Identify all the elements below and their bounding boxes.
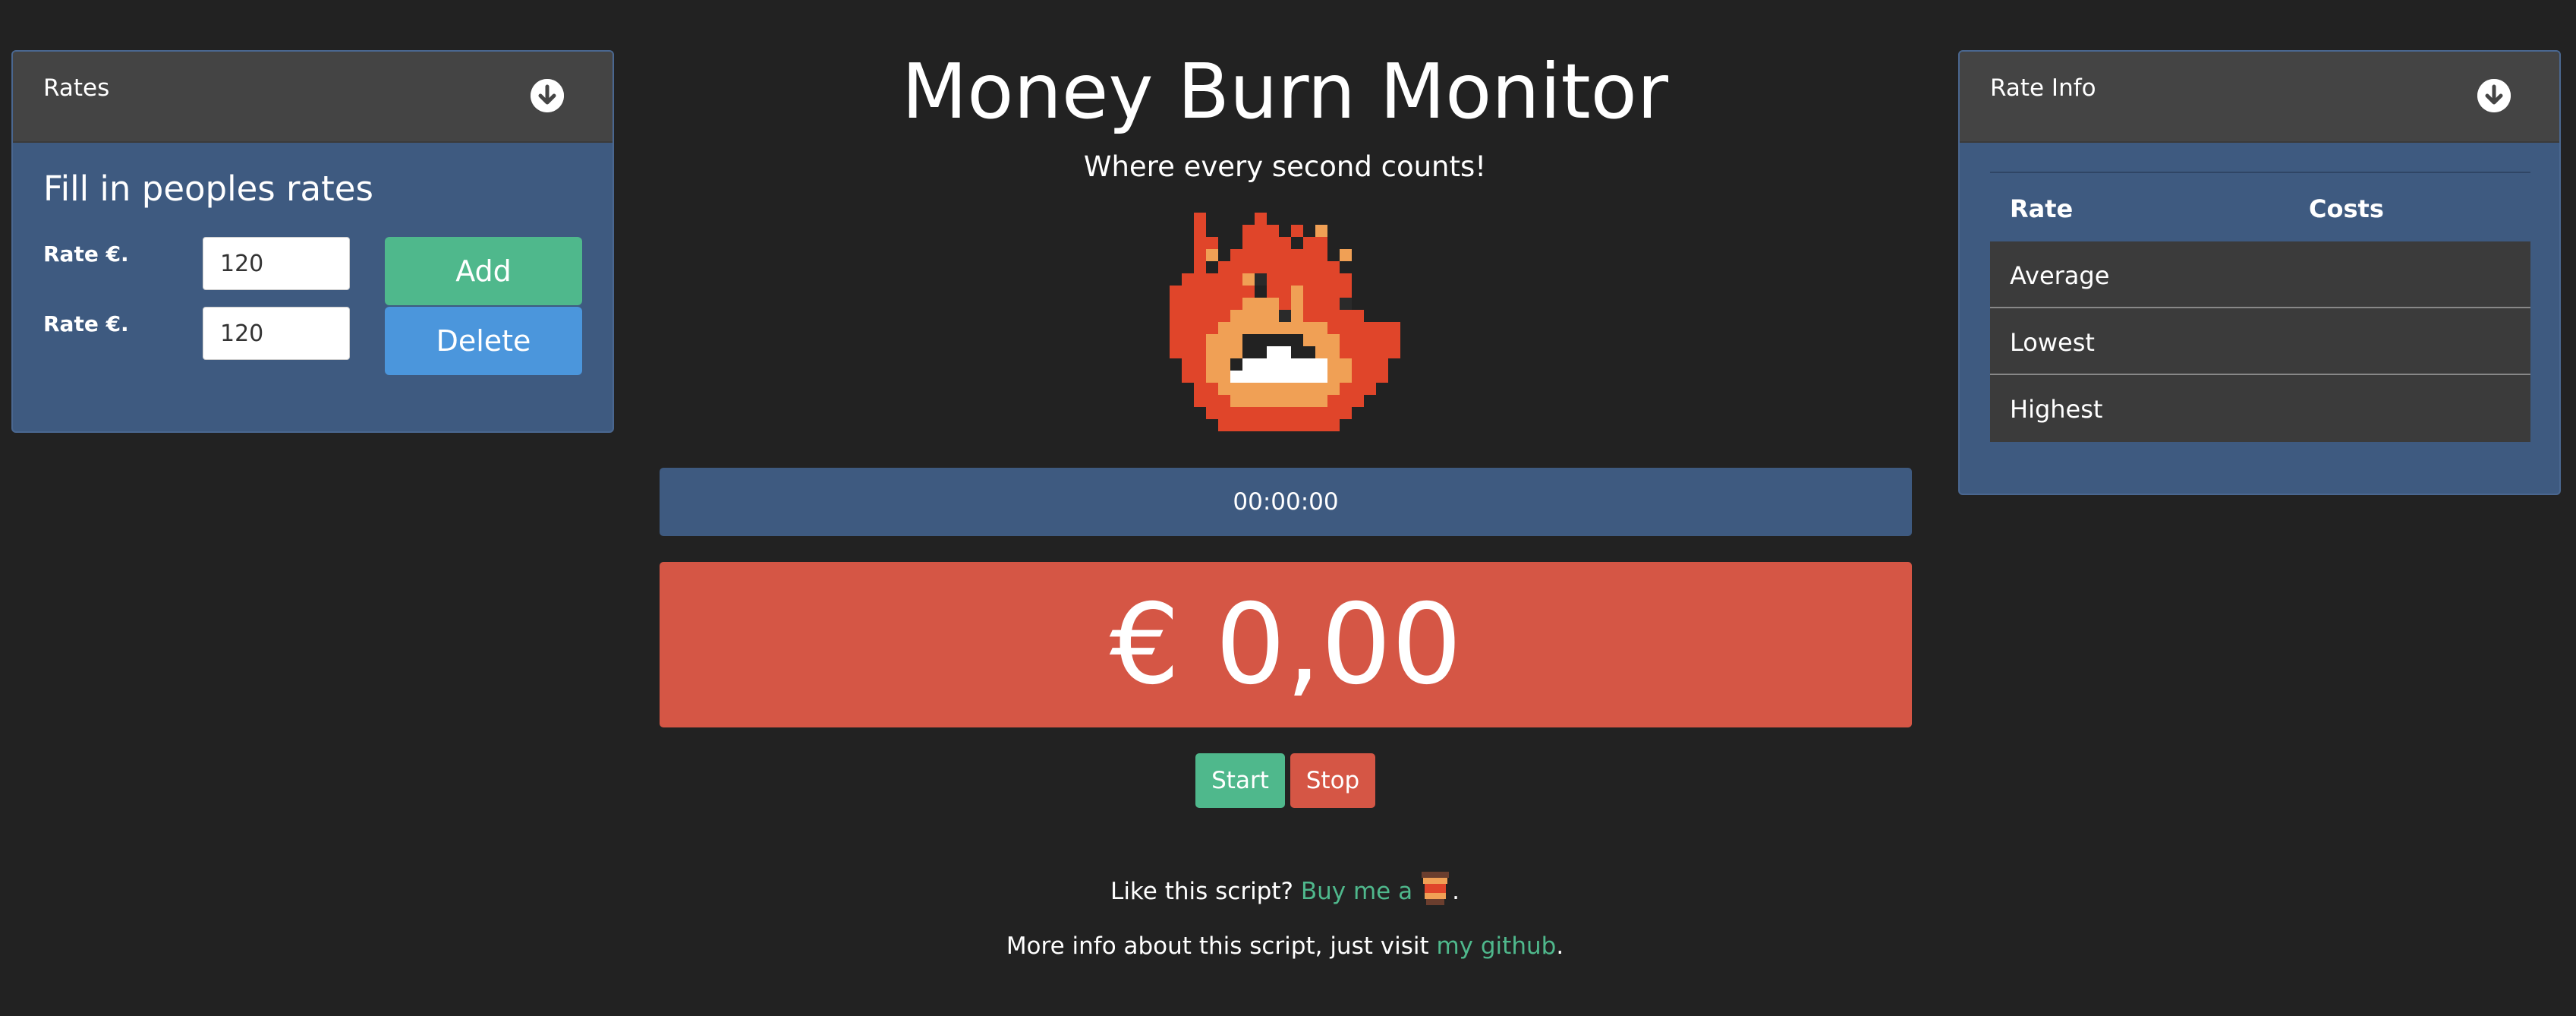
start-button[interactable]: Start	[1195, 753, 1285, 808]
page: Rates Fill in peoples rates Rate €. Rate…	[0, 0, 2576, 1016]
rates-panel-header[interactable]: Rates	[13, 52, 613, 143]
coffee-cup-icon[interactable]	[1419, 869, 1452, 908]
arrow-down-circle-icon[interactable]	[2477, 79, 2511, 112]
delete-button[interactable]: Delete	[385, 307, 582, 375]
rate-row: Rate €.	[43, 237, 362, 290]
rates-panel: Rates Fill in peoples rates Rate €. Rate…	[11, 50, 614, 433]
row-label-highest: Highest	[2010, 395, 2103, 424]
page-title: Money Burn Monitor	[902, 47, 1668, 136]
rate-input[interactable]	[203, 237, 350, 290]
row-label-lowest: Lowest	[2010, 328, 2095, 357]
timer-display: 00:00:00	[660, 468, 1912, 536]
page-subtitle: Where every second counts!	[1083, 150, 1487, 183]
column-header-rate: Rate	[2010, 194, 2074, 223]
buy-me-coffee-link[interactable]: Buy me a	[1300, 872, 1452, 905]
rate-label: Rate €.	[43, 311, 129, 336]
pixel-fire-icon	[1170, 213, 1400, 431]
rate-label: Rate €.	[43, 241, 129, 267]
footer-github-end: .	[1556, 932, 1564, 960]
cost-display: € 0,00	[660, 562, 1912, 727]
rate-info-table: Rate Costs Average Lowest Highest	[1990, 172, 2530, 442]
column-header-costs: Costs	[2309, 194, 2384, 223]
table-header: Rate Costs	[1990, 173, 2530, 241]
footer-github-text: More info about this script, just visit	[1006, 932, 1429, 960]
add-button[interactable]: Add	[385, 237, 582, 305]
rate-info-panel-title: Rate Info	[1990, 74, 2096, 102]
github-link[interactable]: my github	[1436, 932, 1556, 960]
footer-donate-text: Like this script?	[1110, 878, 1293, 905]
table-row: Highest	[1990, 375, 2530, 442]
stop-button[interactable]: Stop	[1290, 753, 1375, 808]
rate-info-panel-header[interactable]: Rate Info	[1960, 52, 2559, 143]
footer-donate-line: Like this script? Buy me a .	[660, 869, 1910, 908]
table-row: Average	[1990, 241, 2530, 308]
buy-me-coffee-link-text: Buy me a	[1300, 878, 1413, 905]
arrow-down-circle-icon[interactable]	[531, 79, 564, 112]
rate-input[interactable]	[203, 307, 350, 360]
footer-donate-end: .	[1452, 878, 1460, 905]
rates-heading: Fill in peoples rates	[43, 169, 373, 209]
row-label-average: Average	[2010, 261, 2110, 290]
footer-github-line: More info about this script, just visit …	[660, 932, 1910, 960]
rate-row: Rate €.	[43, 307, 362, 360]
rates-panel-title: Rates	[43, 74, 110, 102]
table-row: Lowest	[1990, 308, 2530, 375]
rate-info-panel: Rate Info Rate Costs Average Lowest High…	[1958, 50, 2561, 495]
